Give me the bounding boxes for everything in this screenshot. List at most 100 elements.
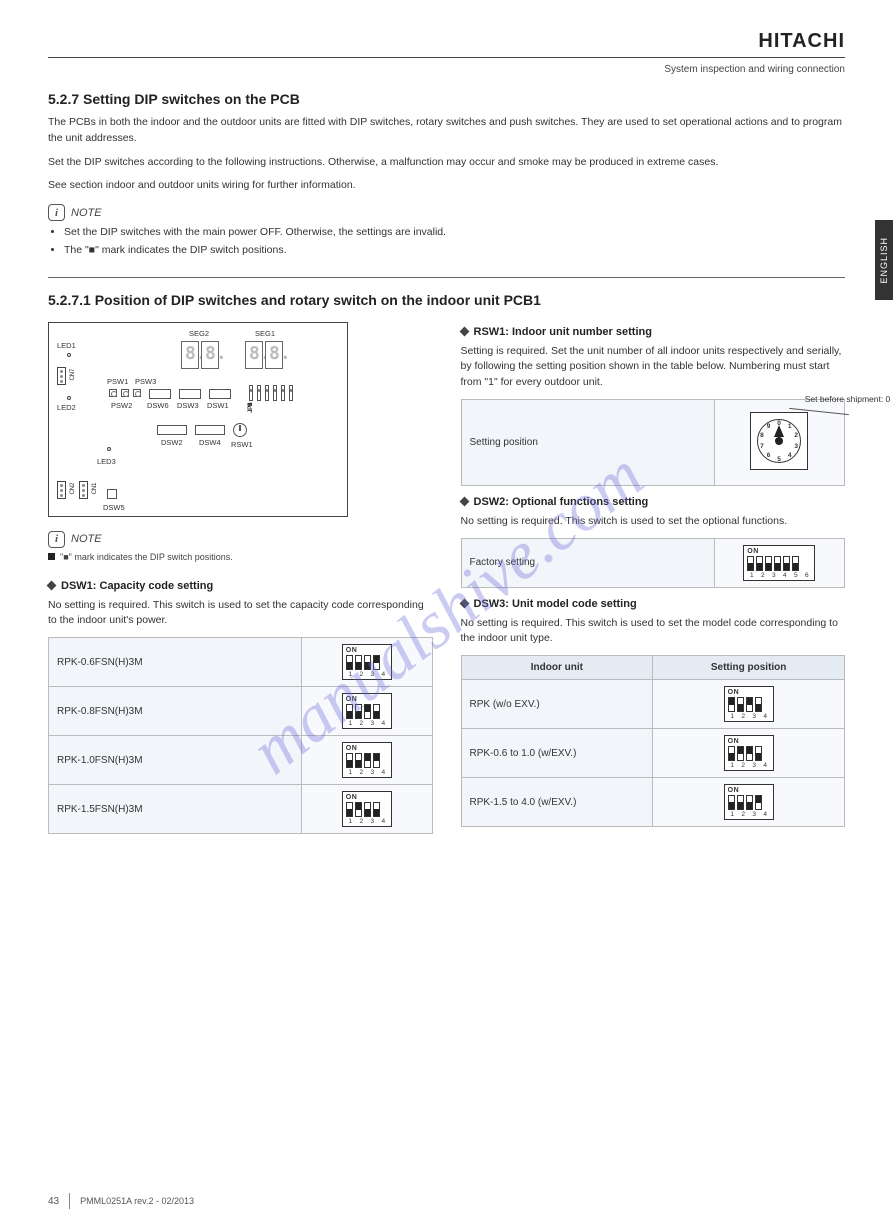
dip-cell: ON1234 (653, 778, 845, 827)
dip-dsw4 (195, 425, 225, 435)
dip-pin (355, 704, 362, 719)
led-dot (107, 447, 111, 451)
seven-seg (201, 341, 219, 369)
dip-cell: ON1234 (653, 680, 845, 729)
led2-label: LED2 (57, 403, 76, 412)
dip-pin (755, 697, 762, 712)
doc-section-title: System inspection and wiring connection (664, 64, 845, 75)
dip-on-label: ON (747, 548, 811, 555)
dip-switch-widget: ON1234 (342, 742, 392, 778)
dip-pin-number: 4 (379, 720, 388, 727)
rsw1-row-label: Setting position (461, 399, 714, 485)
led-dot (67, 353, 71, 357)
table-row: RPK-0.6FSN(H)3MON1234 (49, 638, 433, 687)
table-row: RPK (w/o EXV.)ON1234 (461, 680, 845, 729)
dip-cell: ON1234 (302, 785, 432, 834)
jumper (273, 385, 277, 401)
dip-pin-number: 6 (802, 572, 811, 579)
dip-pin (728, 746, 735, 761)
section-divider (48, 277, 845, 278)
dip-switch-widget: ON123456 (743, 545, 815, 581)
rotary-tick-label: 5 (777, 456, 781, 463)
dsw3-paragraph: No setting is required. This switch is u… (461, 616, 846, 648)
rotary-tick-label: 7 (760, 443, 764, 450)
seven-seg (265, 341, 283, 369)
dip-pin-number: 2 (357, 818, 366, 825)
note-icon: i (48, 531, 65, 548)
dip-dsw6 (149, 389, 171, 399)
dip-pin (346, 655, 353, 670)
dip-pin-number: 3 (368, 769, 377, 776)
model-label: RPK-1.5 to 4.0 (w/EXV.) (461, 778, 653, 827)
dip-pin-number: 3 (750, 811, 759, 818)
dip-pin-number: 1 (728, 713, 737, 720)
dip-on-label: ON (346, 696, 388, 703)
rsw1-paragraph: Setting is required. Set the unit number… (461, 344, 846, 391)
bullet-icon (47, 581, 57, 591)
jumper (257, 385, 261, 401)
led1-label: LED1 (57, 341, 76, 350)
footer-page-number: 43 (48, 1196, 59, 1207)
dip-on-label: ON (728, 738, 770, 745)
dip-pin (728, 697, 735, 712)
rotary-tick-label: 8 (760, 432, 764, 439)
dip-pin-number: 1 (728, 811, 737, 818)
model-label: RPK-0.6FSN(H)3M (49, 638, 302, 687)
dip-pin (355, 802, 362, 817)
dip-pin-number: 2 (739, 762, 748, 769)
dsw4-label: DSW4 (199, 438, 221, 447)
dip-pin-number: 1 (346, 769, 355, 776)
dsw3-heading: DSW3: Unit model code setting (474, 598, 637, 610)
dip-pin-number: 2 (357, 671, 366, 678)
dip-switch-widget: ON1234 (342, 791, 392, 827)
dip-dsw1 (209, 389, 231, 399)
connector-cn2 (57, 481, 66, 499)
dip-pin-number: 4 (379, 769, 388, 776)
dip-pin (737, 795, 744, 810)
rotary-tick-label: 2 (794, 432, 798, 439)
rsw1-table: Setting position Set before shipment: 0 … (461, 399, 846, 486)
model-label: RPK (w/o EXV.) (461, 680, 653, 729)
table-row: RPK-0.8FSN(H)3MON1234 (49, 687, 433, 736)
dip-on-label: ON (728, 689, 770, 696)
dip-pin (364, 753, 371, 768)
dip-pin (737, 746, 744, 761)
jumper (249, 385, 253, 401)
dip-pin-number: 2 (357, 720, 366, 727)
mark-legend-text: "■" mark indicates the DIP switch positi… (60, 552, 233, 562)
dip-pin-number: 4 (761, 713, 770, 720)
dsw2-label: DSW2 (161, 438, 183, 447)
dip-on-label: ON (346, 745, 388, 752)
jumper (289, 385, 293, 401)
dip-pin-number: 1 (346, 720, 355, 727)
dip-pin (756, 556, 763, 571)
seg2-label: SEG2 (189, 329, 209, 338)
led3-label: LED3 (97, 457, 116, 466)
dsw2-paragraph: No setting is required. This switch is u… (461, 514, 846, 530)
rotary-rsw1 (233, 423, 247, 437)
table-row: RPK-1.0FSN(H)3MON1234 (49, 736, 433, 785)
psw3-label: PSW3 (135, 377, 156, 386)
note-icon: i (48, 204, 65, 221)
dip-pin-number: 3 (750, 713, 759, 720)
dip-pin (346, 753, 353, 768)
psw1-label: PSW1 (107, 377, 128, 386)
dip-dsw5 (107, 489, 117, 499)
dip-pin (747, 556, 754, 571)
dsw2-table: Factory setting ON123456 (461, 538, 846, 588)
dip-pin-number: 4 (780, 572, 789, 579)
dip-pin (364, 655, 371, 670)
rotary-tick-label: 1 (788, 423, 792, 430)
connector-cn7 (57, 367, 66, 385)
dip-pin-number: 2 (739, 811, 748, 818)
dip-cell: ON1234 (653, 729, 845, 778)
dip-pin (355, 753, 362, 768)
dip-pin-number: 1 (346, 671, 355, 678)
dip-pin (755, 795, 762, 810)
model-label: RPK-0.8FSN(H)3M (49, 687, 302, 736)
dip-pin (792, 556, 799, 571)
dip-pin-number: 1 (747, 572, 756, 579)
dip-on-label: ON (346, 794, 388, 801)
jumper (281, 385, 285, 401)
intro-p1: The PCBs in both the indoor and the outd… (48, 115, 845, 147)
